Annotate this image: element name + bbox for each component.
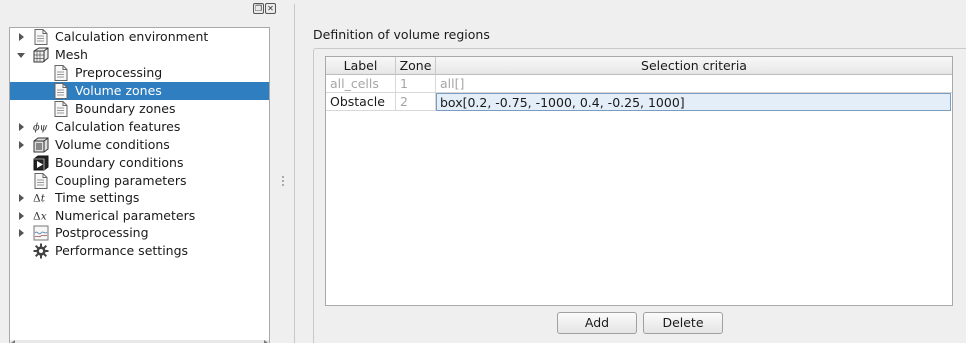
chevron-down-icon[interactable]: [16, 50, 26, 60]
chevron-right-icon[interactable]: [16, 32, 26, 42]
table-row[interactable]: all_cells 1 all[]: [326, 75, 952, 93]
cell-label[interactable]: all_cells: [326, 75, 396, 93]
tree-item-postprocessing[interactable]: Postprocessing: [10, 224, 269, 242]
gear-icon: [33, 243, 49, 259]
chevron-right-icon[interactable]: [16, 140, 26, 150]
tree-item-preprocessing[interactable]: Preprocessing: [10, 64, 269, 82]
group-title: Definition of volume regions: [313, 27, 490, 42]
tree-item-label: Numerical parameters: [55, 208, 196, 223]
tree-item-mesh[interactable]: Mesh: [10, 46, 269, 64]
phi-psi-icon: ϕψ: [33, 119, 49, 135]
tree-item-boundary-zones[interactable]: Boundary zones: [10, 100, 269, 118]
mesh-cube-icon: [33, 47, 49, 63]
svg-text:Δx: Δx: [33, 210, 47, 223]
tree-item-label: Boundary zones: [75, 101, 176, 116]
tree-item-label: Calculation features: [55, 119, 181, 134]
tree-item-label: Preprocessing: [75, 65, 163, 80]
delta-t-icon: Δt: [33, 190, 49, 206]
close-dock-icon[interactable]: ✕: [265, 3, 276, 14]
volume-zones-table[interactable]: Label Zone Selection criteria all_cells …: [325, 56, 953, 306]
document-icon: [53, 101, 69, 117]
tree-item-label: Postprocessing: [55, 225, 149, 240]
chevron-right-icon[interactable]: [16, 193, 26, 203]
document-icon: [33, 173, 49, 189]
cell-label[interactable]: Obstacle: [326, 93, 396, 111]
column-header-label[interactable]: Label: [326, 57, 396, 75]
panel-divider: [294, 4, 295, 343]
document-icon: [33, 29, 49, 45]
table-header: Label Zone Selection criteria: [326, 57, 952, 75]
tree-item-performance-settings[interactable]: Performance settings: [10, 242, 269, 260]
tree-item-coupling-parameters[interactable]: Coupling parameters: [10, 172, 269, 190]
chevron-right-icon[interactable]: [16, 228, 26, 238]
tree-item-label: Volume zones: [75, 83, 162, 98]
tree-item-label: Mesh: [55, 47, 88, 62]
chevron-right-icon[interactable]: [16, 122, 26, 132]
tree-item-label: Boundary conditions: [55, 155, 184, 170]
cell-selection-criteria-editing[interactable]: box[0.2, -0.75, -1000, 0.4, -0.25, 1000]: [436, 93, 951, 111]
float-dock-icon[interactable]: ❐: [253, 3, 264, 14]
tree-item-boundary-conditions[interactable]: Boundary conditions: [10, 154, 269, 172]
tree-item-volume-conditions[interactable]: Volume conditions: [10, 136, 269, 154]
document-icon: [53, 83, 69, 99]
volume-cube-icon: [33, 137, 49, 153]
delete-button[interactable]: Delete: [643, 312, 723, 334]
tree-item-calculation-features[interactable]: ϕψ Calculation features: [10, 118, 269, 136]
navigation-tree[interactable]: Calculation environment Mesh Preprocessing…: [9, 27, 270, 343]
cell-selection-criteria[interactable]: all[]: [436, 75, 952, 93]
chart-document-icon: [33, 225, 49, 241]
tree-item-label: Volume conditions: [55, 137, 170, 152]
tree-item-numerical-parameters[interactable]: Δx Numerical parameters: [10, 207, 269, 225]
splitter-handle[interactable]: [282, 176, 285, 190]
column-header-selection-criteria[interactable]: Selection criteria: [436, 57, 952, 75]
tree-item-volume-zones[interactable]: Volume zones: [10, 82, 269, 100]
document-icon: [53, 65, 69, 81]
cell-zone[interactable]: 1: [396, 75, 436, 93]
cell-zone[interactable]: 2: [396, 93, 436, 111]
tree-item-label: Coupling parameters: [55, 173, 187, 188]
delta-x-icon: Δx: [33, 208, 49, 224]
table-row[interactable]: Obstacle 2 box[0.2, -0.75, -1000, 0.4, -…: [326, 93, 952, 111]
tree-item-calculation-environment[interactable]: Calculation environment: [10, 28, 269, 46]
add-button[interactable]: Add: [557, 312, 637, 334]
tree-item-time-settings[interactable]: Δt Time settings: [10, 189, 269, 207]
svg-text:Δt: Δt: [33, 192, 46, 205]
column-header-zone[interactable]: Zone: [396, 57, 436, 75]
tree-item-label: Performance settings: [55, 243, 189, 258]
boundary-cube-icon: [33, 155, 49, 171]
tree-item-label: Time settings: [55, 190, 140, 205]
dock-title-buttons: ❐ ✕: [253, 3, 276, 14]
svg-text:ϕψ: ϕψ: [33, 123, 48, 134]
tree-item-label: Calculation environment: [55, 29, 209, 44]
chevron-right-icon[interactable]: [16, 211, 26, 221]
